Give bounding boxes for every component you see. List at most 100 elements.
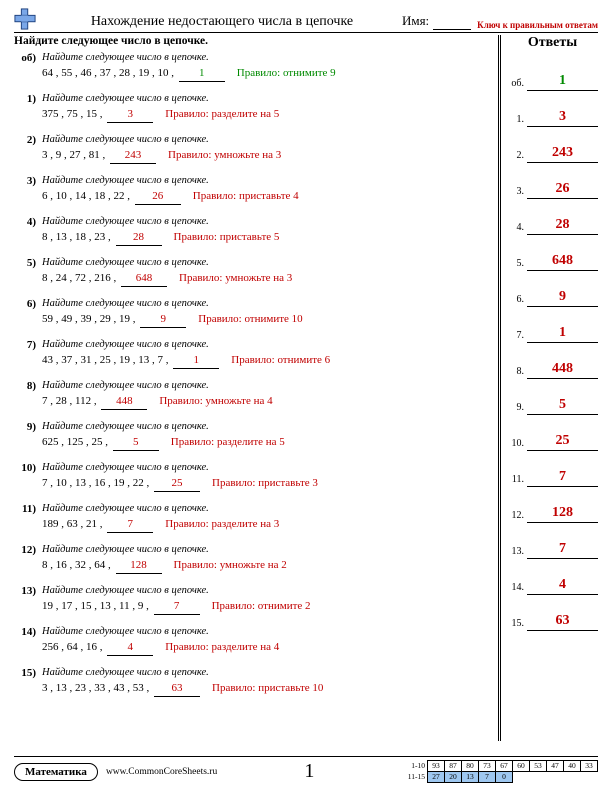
answers-title: Ответы [507, 35, 598, 51]
problem-prompt: Найдите следующее число в цепочке. [42, 338, 492, 352]
problem-row: 3)Найдите следующее число в цепочке.6 , … [14, 174, 492, 205]
sequence-text: 189 , 63 , 21 , [42, 518, 105, 530]
problem-body: Найдите следующее число в цепочке.7 , 28… [42, 379, 492, 410]
problem-row: 1)Найдите следующее число в цепочке.375 … [14, 92, 492, 123]
column-divider [498, 35, 501, 741]
answer-row: 15.63 [507, 595, 598, 631]
problem-number: об) [14, 51, 42, 82]
answer-blank[interactable]: 7 [107, 517, 153, 533]
answer-blank[interactable]: 128 [116, 558, 162, 574]
score-cell: 27 [428, 772, 445, 783]
problem-row: 2)Найдите следующее число в цепочке.3 , … [14, 133, 492, 164]
problem-prompt: Найдите следующее число в цепочке. [42, 625, 492, 639]
answer-blank[interactable]: 5 [113, 435, 159, 451]
sequence-text: 64 , 55 , 46 , 37 , 28 , 19 , 10 , [42, 67, 177, 79]
problem-body: Найдите следующее число в цепочке.375 , … [42, 92, 492, 123]
rule-text: Правило: умножьте на 3 [179, 272, 292, 284]
answer-number: 7. [507, 330, 527, 343]
problem-number: 14) [14, 625, 42, 656]
problem-body: Найдите следующее число в цепочке.8 , 24… [42, 256, 492, 287]
problem-body: Найдите следующее число в цепочке.7 , 10… [42, 461, 492, 492]
answer-value: 7 [527, 469, 598, 487]
problem-sequence: 256 , 64 , 16 , 4Правило: разделите на 4 [42, 640, 492, 656]
name-field-group: Имя: [402, 12, 471, 30]
score-cell: 33 [581, 761, 598, 772]
answer-value: 4 [527, 577, 598, 595]
answer-number: 10. [507, 438, 527, 451]
score-cell: 53 [530, 761, 547, 772]
score-cell: 0 [496, 772, 513, 783]
problem-prompt: Найдите следующее число в цепочке. [42, 543, 492, 557]
problem-prompt: Найдите следующее число в цепочке. [42, 666, 492, 680]
answer-row: 4.28 [507, 199, 598, 235]
score-cell [547, 772, 564, 783]
problem-sequence: 189 , 63 , 21 , 7Правило: разделите на 3 [42, 517, 492, 533]
answer-blank[interactable]: 1 [173, 353, 219, 369]
sequence-text: 8 , 13 , 18 , 23 , [42, 231, 114, 243]
problem-prompt: Найдите следующее число в цепочке. [42, 297, 492, 311]
sequence-text: 375 , 75 , 15 , [42, 108, 105, 120]
problem-sequence: 3 , 9 , 27 , 81 , 243Правило: умножьте н… [42, 148, 492, 164]
name-blank[interactable] [433, 18, 471, 30]
page-number: 1 [217, 760, 401, 783]
problem-number: 1) [14, 92, 42, 123]
problem-prompt: Найдите следующее число в цепочке. [42, 420, 492, 434]
rule-text: Правило: отнимите 10 [198, 313, 302, 325]
problem-sequence: 8 , 13 , 18 , 23 , 28 Правило: приставьте… [42, 230, 492, 246]
score-cell: 20 [445, 772, 462, 783]
problems-column: Найдите следующее число в цепочке. об)На… [14, 35, 496, 741]
problem-prompt: Найдите следующее число в цепочке. [42, 133, 492, 147]
answer-blank[interactable]: 26 [135, 189, 181, 205]
problem-number: 8) [14, 379, 42, 410]
score-cell: 60 [513, 761, 530, 772]
answer-value: 5 [527, 397, 598, 415]
problem-body: Найдите следующее число в цепочке.3 , 9 … [42, 133, 492, 164]
answer-blank[interactable]: 28 [116, 230, 162, 246]
answer-blank[interactable]: 4 [107, 640, 153, 656]
problem-number: 4) [14, 215, 42, 246]
answer-blank[interactable]: 3 [107, 107, 153, 123]
sequence-text: 8 , 16 , 32 , 64 , [42, 559, 114, 571]
score-cell [530, 772, 547, 783]
answer-value: 25 [527, 433, 598, 451]
problem-sequence: 6 , 10 , 14 , 18 , 22 , 26Правило: прист… [42, 189, 492, 205]
answer-row: 13.7 [507, 523, 598, 559]
score-cell [513, 772, 530, 783]
problem-row: 14)Найдите следующее число в цепочке.256… [14, 625, 492, 656]
answer-key-label: Ключ к правильным ответам [477, 20, 598, 30]
answer-number: 8. [507, 366, 527, 379]
answer-blank[interactable]: 25 [154, 476, 200, 492]
problem-body: Найдите следующее число в цепочке.59 , 4… [42, 297, 492, 328]
problem-row: об)Найдите следующее число в цепочке.64 … [14, 51, 492, 82]
score-row-label: 11-15 [402, 772, 428, 783]
answer-blank[interactable]: 1 [179, 66, 225, 82]
problem-number: 9) [14, 420, 42, 451]
answer-blank[interactable]: 63 [154, 681, 200, 697]
problem-sequence: 375 , 75 , 15 , 3Правило: разделите на 5 [42, 107, 492, 123]
problem-prompt: Найдите следующее число в цепочке. [42, 379, 492, 393]
header: Нахождение недостающего числа в цепочке … [14, 8, 598, 33]
rule-text: Правило: приставьте 4 [193, 190, 299, 202]
answer-blank[interactable]: 648 [121, 271, 167, 287]
answer-value: 3 [527, 109, 598, 127]
sequence-text: 19 , 17 , 15 , 13 , 11 , 9 , [42, 600, 152, 612]
answer-blank[interactable]: 7 [154, 599, 200, 615]
problem-body: Найдите следующее число в цепочке.189 , … [42, 502, 492, 533]
answer-value: 28 [527, 217, 598, 235]
problem-prompt: Найдите следующее число в цепочке. [42, 461, 492, 475]
answer-row: 1.3 [507, 91, 598, 127]
answer-blank[interactable]: 243 [110, 148, 156, 164]
answer-value: 1 [527, 73, 598, 91]
problem-number: 2) [14, 133, 42, 164]
problem-prompt: Найдите следующее число в цепочке. [42, 92, 492, 106]
answer-value: 243 [527, 145, 598, 163]
score-row-label: 1-10 [402, 761, 428, 772]
score-cell: 7 [479, 772, 496, 783]
answer-blank[interactable]: 448 [101, 394, 147, 410]
answer-blank[interactable]: 9 [140, 312, 186, 328]
problem-prompt: Найдите следующее число в цепочке. [42, 174, 492, 188]
rule-text: Правило: приставьте 5 [174, 231, 280, 243]
problem-number: 13) [14, 584, 42, 615]
rule-text: Правило: умножьте на 4 [159, 395, 272, 407]
problem-number: 6) [14, 297, 42, 328]
